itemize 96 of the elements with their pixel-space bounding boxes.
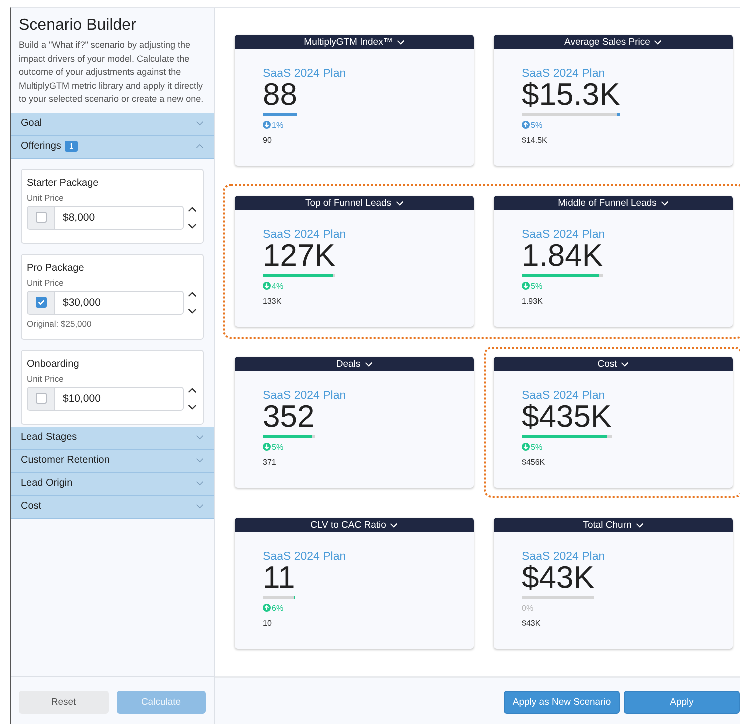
chevron-icon xyxy=(636,522,644,528)
metric-selector[interactable]: Deals xyxy=(235,357,474,371)
baseline-value: $43K xyxy=(522,619,542,628)
section-label: Offerings xyxy=(21,141,62,152)
accordion-header[interactable]: Lead Origin xyxy=(11,472,214,496)
chevron-icon xyxy=(396,200,404,206)
change-percent: 0% xyxy=(522,604,534,612)
metric-value: 1.84K xyxy=(522,241,604,271)
section-label: Cost xyxy=(21,501,42,512)
panel-title: Scenario Builder xyxy=(18,16,138,36)
checkbox[interactable] xyxy=(36,212,46,223)
change-percent: 5% xyxy=(531,282,543,290)
price-input[interactable]: $30,000 xyxy=(27,290,184,314)
metric-value: 11 xyxy=(263,563,296,593)
progress-bar xyxy=(263,113,298,116)
plan-name: SaaS 2024 Plan xyxy=(263,390,348,402)
change-percent: 5% xyxy=(531,442,543,452)
plan-name: SaaS 2024 Plan xyxy=(263,229,348,241)
progress-bar xyxy=(263,435,315,438)
stepper-icon[interactable] xyxy=(187,204,198,230)
chevron-icon xyxy=(390,522,398,528)
plan-name: SaaS 2024 Plan xyxy=(522,551,606,563)
change-percent: 5% xyxy=(531,120,543,130)
chevron-icon xyxy=(196,481,204,486)
section-label: Lead Origin xyxy=(21,478,73,489)
plan-name: SaaS 2024 Plan xyxy=(522,229,606,241)
metric-value: 88 xyxy=(263,80,298,110)
description: Build a "What if?" scenario by adjusting the impact drivers of your model. Calculate the outcome of your adjustments against the MultiplyGTM metric library and apply it directly to your selected scenario or create a new one. xyxy=(19,39,205,106)
change-percent: 5% xyxy=(272,442,284,452)
reset-button[interactable]: Reset xyxy=(19,691,108,714)
baseline-value: 133K xyxy=(263,297,283,306)
accordion-header[interactable]: Lead Stages xyxy=(11,426,214,450)
metric-selector[interactable]: Total Churn xyxy=(494,518,733,532)
chevron-icon xyxy=(654,40,662,44)
chevron-icon xyxy=(196,144,204,149)
plan-name: SaaS 2024 Plan xyxy=(263,68,348,80)
accordion-header[interactable]: Goal xyxy=(11,112,214,136)
change-percent: 4% xyxy=(272,282,284,290)
metric-value: $435K xyxy=(522,402,612,432)
original-value: Original: $25,000 xyxy=(27,318,93,328)
baseline-value: $456K xyxy=(522,458,546,467)
arrow-down-icon xyxy=(522,282,530,290)
baseline-value: 90 xyxy=(263,136,273,145)
accordion-header[interactable]: Customer Retention xyxy=(11,450,214,472)
section-label: Goal xyxy=(21,118,42,129)
price-input[interactable]: $10,000 xyxy=(27,386,184,410)
offering-name: Pro Package xyxy=(27,262,86,274)
accordion-header[interactable]: Offerings 1 xyxy=(11,136,214,158)
section-label: Lead Stages xyxy=(21,432,78,443)
plan-name: SaaS 2024 Plan xyxy=(263,551,348,563)
offering-name: Onboarding xyxy=(27,358,80,370)
chevron-icon xyxy=(196,121,204,126)
metric-selector[interactable]: MultiplyGTM Index™ xyxy=(235,35,474,49)
stepper-icon[interactable] xyxy=(187,290,198,316)
chevron-icon xyxy=(196,504,204,509)
field-label: Unit Price xyxy=(27,278,65,288)
plan-name: SaaS 2024 Plan xyxy=(522,68,606,80)
metric-selector[interactable]: Middle of Funnel Leads xyxy=(494,196,733,210)
section-label: Customer Retention xyxy=(21,455,110,466)
arrow-down-icon xyxy=(263,282,271,290)
chevron-icon xyxy=(364,362,373,366)
chevron-icon xyxy=(621,362,630,366)
chevron-icon xyxy=(396,40,405,44)
baseline-value: 10 xyxy=(263,619,273,628)
baseline-value: $14.5K xyxy=(522,136,548,145)
metric-selector[interactable]: Top of Funnel Leads xyxy=(235,196,474,210)
metric-value: $15.3K xyxy=(522,80,620,110)
metric-selector[interactable]: Cost xyxy=(494,357,733,371)
plan-name: SaaS 2024 Plan xyxy=(522,390,606,402)
metric-value: 352 xyxy=(263,402,315,432)
count-badge: 1 xyxy=(65,141,78,152)
price-input[interactable]: $8,000 xyxy=(27,206,184,230)
checkbox[interactable] xyxy=(36,393,46,404)
change-percent: 1% xyxy=(272,120,284,130)
stepper-icon[interactable] xyxy=(187,386,198,412)
chevron-icon xyxy=(196,458,204,463)
chevron-icon xyxy=(660,200,669,206)
baseline-value: 1.93K xyxy=(522,297,544,306)
metric-value: 127K xyxy=(263,241,336,271)
field-label: Unit Price xyxy=(27,192,65,202)
metric-selector[interactable]: CLV to CAC Ratio xyxy=(235,518,474,532)
baseline-value: 371 xyxy=(263,458,278,467)
arrow-down-icon xyxy=(263,121,271,129)
metric-value: $43K xyxy=(522,563,594,593)
checkbox[interactable] xyxy=(36,297,46,308)
progress-bar xyxy=(263,596,296,599)
chevron-icon xyxy=(196,435,204,440)
metric-selector[interactable]: Average Sales Price xyxy=(494,35,733,49)
arrow-down-icon xyxy=(522,443,530,451)
arrow-up-icon xyxy=(263,604,271,612)
accordion-header[interactable]: Cost xyxy=(11,496,214,518)
offering-name: Starter Package xyxy=(27,178,100,188)
arrow-up-icon xyxy=(522,121,530,129)
field-label: Unit Price xyxy=(27,374,65,384)
change-percent: 6% xyxy=(272,604,284,612)
arrow-down-icon xyxy=(263,443,271,451)
